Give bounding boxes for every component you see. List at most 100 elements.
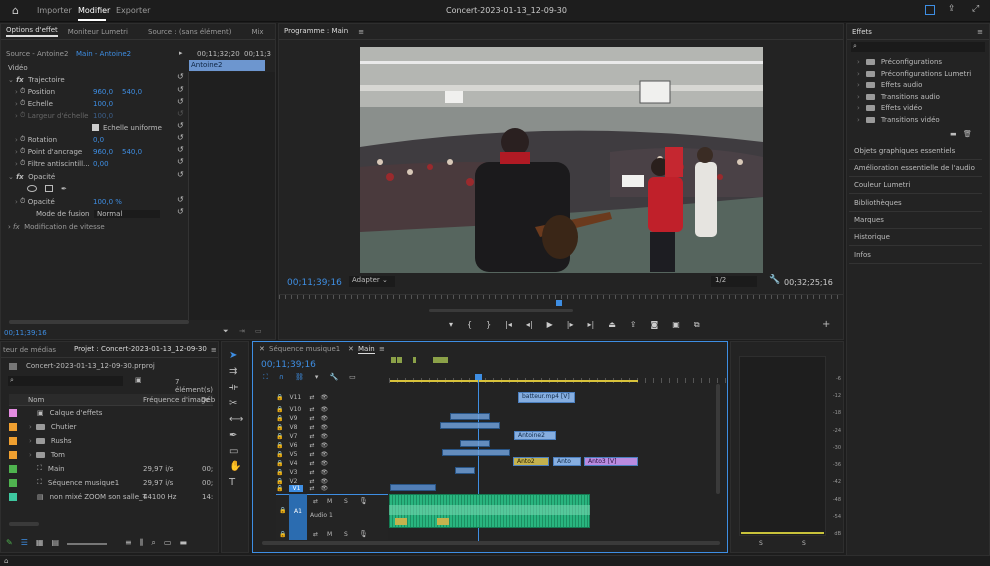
close-icon[interactable]: ✕ xyxy=(259,345,265,353)
solo-left-button[interactable]: S xyxy=(759,540,763,547)
step-forward-icon[interactable]: |▸ xyxy=(567,320,574,330)
sync-icon[interactable]: ⇄ xyxy=(313,498,318,505)
uniform-scale-row[interactable]: Echelle uniforme xyxy=(92,122,162,133)
project-row[interactable]: › Tom xyxy=(9,448,209,461)
tab-main[interactable]: Main xyxy=(358,345,375,354)
reset-icon[interactable]: ↺ xyxy=(177,145,184,154)
effect-options-scroll[interactable] xyxy=(9,320,189,324)
eye-icon[interactable]: 👁 xyxy=(321,415,329,422)
filter-icon[interactable]: ⏷ xyxy=(223,327,229,336)
pen-icon[interactable]: ✒ xyxy=(229,430,237,441)
effects-item[interactable]: › Transitions vidéo xyxy=(857,116,940,124)
vr-icon[interactable]: ⧉ xyxy=(694,320,700,330)
sync-icon[interactable]: ⇄ xyxy=(309,406,314,413)
mark-out-icon[interactable]: } xyxy=(486,320,491,330)
blend-mode-select[interactable]: Normal xyxy=(94,209,160,218)
clip-batteur[interactable]: batteur.mp4 [V] xyxy=(518,392,575,403)
position-y[interactable]: 540,0 xyxy=(122,88,142,96)
fullscreen-icon[interactable]: ⤢ xyxy=(972,4,979,14)
work-area-bar[interactable] xyxy=(390,380,638,382)
reset-icon[interactable]: ↺ xyxy=(177,157,184,166)
mute-icon[interactable]: M xyxy=(327,498,332,505)
lock-icon[interactable]: 🔒 xyxy=(276,406,283,413)
solo-icon[interactable]: S xyxy=(344,498,348,505)
eye-icon[interactable]: 👁 xyxy=(321,394,329,401)
lock-icon[interactable]: 🔒 xyxy=(276,415,283,422)
settings-icon[interactable]: 🔧 xyxy=(329,373,338,382)
reset-icon[interactable]: ↺ xyxy=(177,170,184,179)
clip[interactable] xyxy=(455,467,475,474)
home-icon[interactable]: ⌂ xyxy=(12,4,19,17)
freeform-view-icon[interactable]: ▤ xyxy=(51,538,59,548)
icon-view-icon[interactable]: ▦ xyxy=(36,538,44,548)
speed-row[interactable]: › fx Modification de vitesse xyxy=(8,221,105,232)
section-audio[interactable]: Amélioration essentielle de l'audio xyxy=(849,160,982,177)
clip[interactable] xyxy=(390,484,436,491)
a1-target[interactable]: A1 xyxy=(289,494,307,540)
video-frame[interactable] xyxy=(360,47,763,273)
program-playhead[interactable] xyxy=(556,300,562,306)
marker[interactable] xyxy=(397,357,402,363)
tab-effect-options[interactable]: Options d'effet xyxy=(6,26,58,37)
eye-icon[interactable]: 👁 xyxy=(321,469,329,476)
tab-project[interactable]: Projet : Concert-2023-01-13_12-09-30 xyxy=(74,345,207,354)
lock-icon[interactable]: 🔒 xyxy=(276,424,283,431)
col-start[interactable]: Déb xyxy=(201,396,215,404)
echelle-value[interactable]: 100,0 xyxy=(93,100,113,108)
checkbox-icon[interactable] xyxy=(92,124,99,131)
menu-icon[interactable]: ≡ xyxy=(358,28,364,36)
new-item-icon[interactable]: ▬ xyxy=(179,538,187,548)
snap-icon[interactable]: ∩ xyxy=(279,373,284,382)
lock-icon[interactable]: 🔒 xyxy=(276,451,283,458)
project-row[interactable]: ⛶ Main 29,97 i/s 00; xyxy=(9,462,213,475)
solo-right-button[interactable]: S xyxy=(802,540,806,547)
share-icon[interactable]: ⇪ xyxy=(948,4,956,14)
playhead-handle[interactable] xyxy=(475,374,482,380)
resolution-select[interactable]: 1/2 xyxy=(711,276,757,287)
section-graphics[interactable]: Objets graphiques essentiels xyxy=(849,143,982,160)
eye-icon[interactable]: 👁 xyxy=(321,460,329,467)
sync-icon[interactable]: ⇄ xyxy=(309,485,314,492)
reset-icon[interactable]: ↺ xyxy=(177,121,184,130)
mark-in-icon[interactable]: { xyxy=(467,320,472,330)
main-clip-selector[interactable]: Main - Antoine2 xyxy=(76,50,131,58)
effects-item[interactable]: › Transitions audio xyxy=(857,93,940,101)
eye-icon[interactable]: 👁 xyxy=(321,451,329,458)
nest-icon[interactable]: ⛶ xyxy=(263,373,268,382)
tab-exporter[interactable]: Exporter xyxy=(116,6,150,15)
timeline-vscroll[interactable] xyxy=(716,384,720,494)
col-name[interactable]: Nom xyxy=(28,396,44,404)
tab-media-browser[interactable]: teur de médias xyxy=(3,346,56,354)
add-marker-icon[interactable]: ▾ xyxy=(315,373,319,382)
program-timecode[interactable]: 00;11;39;16 xyxy=(287,278,342,288)
captions-icon[interactable]: ▭ xyxy=(349,373,356,382)
effect-options-timecode[interactable]: 00;11;39;16 xyxy=(4,329,47,337)
timeline-timecode[interactable]: 00;11;39;16 xyxy=(261,360,316,370)
project-row[interactable]: ⛶ Séquence musique1 29,97 i/s 00; xyxy=(9,476,213,489)
add-button-icon[interactable]: + xyxy=(822,319,830,330)
effects-item[interactable]: › Préconfigurations Lumetri xyxy=(857,70,971,78)
sync-icon[interactable]: ⇄ xyxy=(309,460,314,467)
ripple-edit-icon[interactable]: ⟛ xyxy=(229,382,238,393)
clip-anto3[interactable]: Anto3 [V] xyxy=(584,457,638,466)
sync-icon[interactable]: ⇄ xyxy=(309,415,314,422)
reset-icon[interactable]: ↺ xyxy=(177,97,184,106)
stopwatch-icon[interactable]: ⏱ xyxy=(20,87,25,96)
eye-icon[interactable]: 👁 xyxy=(321,442,329,449)
wrench-icon[interactable]: 🔧 xyxy=(769,275,780,285)
solo-icon[interactable]: S xyxy=(344,531,348,538)
lock-icon[interactable]: 🔒 xyxy=(279,507,286,514)
reset-icon[interactable]: ↺ xyxy=(177,195,184,204)
lock-icon[interactable]: 🔒 xyxy=(276,442,283,449)
sort-icon[interactable]: ≡ xyxy=(125,538,132,548)
program-zoom-bar[interactable] xyxy=(429,309,573,312)
close-icon[interactable]: ✕ xyxy=(348,345,354,353)
lock-icon[interactable]: 🔒 xyxy=(276,485,283,492)
menu-icon[interactable]: ≡ xyxy=(379,345,385,353)
pen-mask-icon[interactable]: ✒ xyxy=(61,185,67,193)
rectangle-icon[interactable]: ▭ xyxy=(229,446,238,457)
clip[interactable] xyxy=(460,440,490,447)
project-row[interactable]: › Rushs xyxy=(9,434,209,447)
opacity-fx-row[interactable]: ⌄ fx Opacité xyxy=(8,171,55,182)
sync-icon[interactable]: ⇄ xyxy=(309,424,314,431)
